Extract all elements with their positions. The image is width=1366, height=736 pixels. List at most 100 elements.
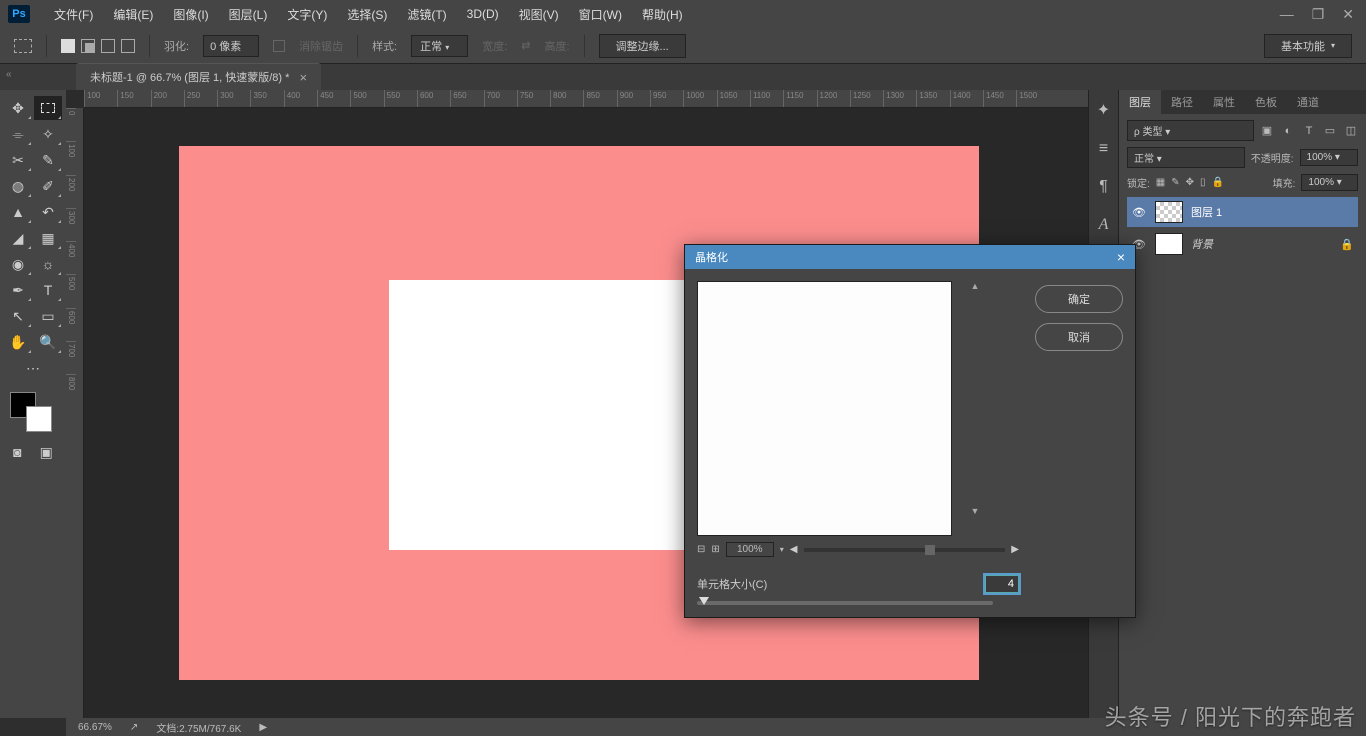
layer-row-1[interactable]: 👁 图层 1 <box>1127 197 1358 227</box>
filter-shape-icon[interactable]: ▭ <box>1323 124 1337 138</box>
layer-thumbnail[interactable] <box>1155 233 1183 255</box>
tab-properties[interactable]: 属性 <box>1203 90 1245 114</box>
pen-tool[interactable]: ✒ <box>4 278 32 302</box>
menu-filter[interactable]: 滤镜(T) <box>397 6 456 23</box>
export-icon[interactable]: ↗ <box>130 722 138 733</box>
cell-size-slider[interactable] <box>697 601 993 605</box>
move-tool[interactable]: ✥ <box>4 96 32 120</box>
tab-channels[interactable]: 通道 <box>1287 90 1329 114</box>
zoom-tool[interactable]: 🔍 <box>34 330 62 354</box>
menu-view[interactable]: 视图(V) <box>509 6 569 23</box>
tab-paths[interactable]: 路径 <box>1161 90 1203 114</box>
type-tool[interactable]: T <box>34 278 62 302</box>
filter-adjust-icon[interactable]: ◐ <box>1281 124 1295 138</box>
document-tab[interactable]: 未标题-1 @ 66.7% (图层 1, 快速蒙版/8) * × <box>76 63 321 90</box>
dialog-titlebar[interactable]: 晶格化 × <box>685 245 1135 269</box>
menu-3d[interactable]: 3D(D) <box>457 7 509 21</box>
lasso-tool[interactable]: ⌯ <box>4 122 32 146</box>
filter-type-icon[interactable]: T <box>1302 124 1316 138</box>
zoom-in-icon[interactable]: ⊞ <box>711 544 719 555</box>
history-brush-tool[interactable]: ↶ <box>34 200 62 224</box>
color-swatch[interactable] <box>4 388 62 436</box>
visibility-icon[interactable]: 👁 <box>1131 206 1147 219</box>
ruler-horizontal: 1001502002503003504004505005506006507007… <box>84 90 1088 108</box>
filter-image-icon[interactable]: ▣ <box>1260 124 1274 138</box>
cell-size-input[interactable] <box>985 575 1019 593</box>
tab-close-icon[interactable]: × <box>299 70 307 85</box>
hand-tool[interactable]: ✋ <box>4 330 32 354</box>
magic-wand-tool[interactable]: ✧ <box>34 122 62 146</box>
close-button[interactable]: ✕ <box>1342 6 1354 23</box>
crystallize-dialog: 晶格化 × ▲▼ ⊟ ⊞ 100% ▾ ◀ ▶ 单元格大小(C) <box>684 244 1136 618</box>
maximize-button[interactable]: ❐ <box>1312 6 1325 23</box>
tab-title: 未标题-1 @ 66.7% (图层 1, 快速蒙版/8) * <box>90 69 289 85</box>
document-tab-bar: « 未标题-1 @ 66.7% (图层 1, 快速蒙版/8) * × <box>0 64 1366 90</box>
dialog-title: 晶格化 <box>695 249 728 265</box>
collapse-left-icon[interactable]: « <box>6 69 12 80</box>
lock-paint-icon[interactable]: ✎ <box>1171 177 1179 188</box>
ok-button[interactable]: 确定 <box>1035 285 1123 313</box>
marquee-tool[interactable] <box>34 96 62 120</box>
menu-edit[interactable]: 编辑(E) <box>103 6 163 23</box>
path-select-tool[interactable]: ↖ <box>4 304 32 328</box>
layer-thumbnail[interactable] <box>1155 201 1183 223</box>
minimize-button[interactable]: — <box>1280 6 1294 23</box>
blend-mode-select[interactable]: 正常 ▾ <box>1127 147 1245 168</box>
menu-layer[interactable]: 图层(L) <box>219 6 278 23</box>
background-color[interactable] <box>26 406 52 432</box>
panel-icon-3[interactable]: ¶ <box>1099 178 1108 196</box>
preview-scroll[interactable] <box>804 548 1006 552</box>
zoom-value[interactable]: 100% <box>726 542 774 557</box>
eyedropper-tool[interactable]: ✎ <box>34 148 62 172</box>
opacity-input[interactable]: 100% ▾ <box>1300 149 1358 166</box>
healing-tool[interactable]: ◍ <box>4 174 32 198</box>
lock-pixels-icon[interactable]: ▦ <box>1156 177 1165 188</box>
layer-row-bg[interactable]: 👁 背景 🔒 <box>1127 229 1358 259</box>
menu-select[interactable]: 选择(S) <box>337 6 397 23</box>
panel-icon-1[interactable]: ✦ <box>1097 100 1110 120</box>
blur-tool[interactable]: ◉ <box>4 252 32 276</box>
brush-tool[interactable]: ✐ <box>34 174 62 198</box>
tab-swatches[interactable]: 色板 <box>1245 90 1287 114</box>
eraser-tool[interactable]: ◢ <box>4 226 32 250</box>
panel-icon-4[interactable]: A <box>1099 216 1109 234</box>
crop-tool[interactable]: ✂ <box>4 148 32 172</box>
preview-vert-scroll[interactable]: ▲▼ <box>969 281 981 516</box>
lock-artboard-icon[interactable]: ▯ <box>1200 177 1206 188</box>
menu-file[interactable]: 文件(F) <box>44 6 103 23</box>
workspace-select[interactable]: 基本功能 ▾ <box>1264 34 1352 58</box>
menu-help[interactable]: 帮助(H) <box>632 6 693 23</box>
screenmode-tool[interactable]: ▣ <box>40 440 53 464</box>
layer-kind-select[interactable]: ρ 类型 ▾ <box>1127 120 1254 141</box>
shape-tool[interactable]: ▭ <box>34 304 62 328</box>
preview-area[interactable] <box>697 281 952 536</box>
cancel-button[interactable]: 取消 <box>1035 323 1123 351</box>
zoom-level[interactable]: 66.67% <box>78 722 112 733</box>
menu-window[interactable]: 窗口(W) <box>569 6 632 23</box>
gradient-tool[interactable]: ▦ <box>34 226 62 250</box>
doc-info[interactable]: 文档:2.75M/767.6K <box>156 720 241 735</box>
selection-mode-icons[interactable] <box>61 39 135 53</box>
prev-right-icon[interactable]: ▶ <box>1011 544 1019 555</box>
tab-layers[interactable]: 图层 <box>1119 90 1161 114</box>
marquee-type-icon[interactable] <box>14 39 32 53</box>
quickmask-tool[interactable]: ◙ <box>13 440 21 464</box>
prev-left-icon[interactable]: ◀ <box>790 544 798 555</box>
style-select[interactable]: 正常 ▾ <box>411 35 468 57</box>
filter-smart-icon[interactable]: ◫ <box>1344 124 1358 138</box>
lock-move-icon[interactable]: ✥ <box>1186 177 1194 188</box>
lock-label: 锁定: <box>1127 175 1150 190</box>
stamp-tool[interactable]: ▲ <box>4 200 32 224</box>
zoom-out-icon[interactable]: ⊟ <box>697 544 705 555</box>
more-tool[interactable]: ⋯ <box>4 356 62 380</box>
dodge-tool[interactable]: ☼ <box>34 252 62 276</box>
panel-icon-2[interactable]: ≡ <box>1099 140 1108 158</box>
dialog-close-icon[interactable]: × <box>1117 249 1125 265</box>
menu-type[interactable]: 文字(Y) <box>277 6 337 23</box>
disclosure-icon[interactable]: ▶ <box>259 722 267 733</box>
fill-input[interactable]: 100% ▾ <box>1301 174 1358 191</box>
feather-input[interactable]: 0 像素 <box>203 35 259 57</box>
refine-edge-button[interactable]: 调整边缘... <box>599 34 686 58</box>
menu-image[interactable]: 图像(I) <box>163 6 218 23</box>
lock-all-icon[interactable]: 🔒 <box>1212 177 1224 188</box>
